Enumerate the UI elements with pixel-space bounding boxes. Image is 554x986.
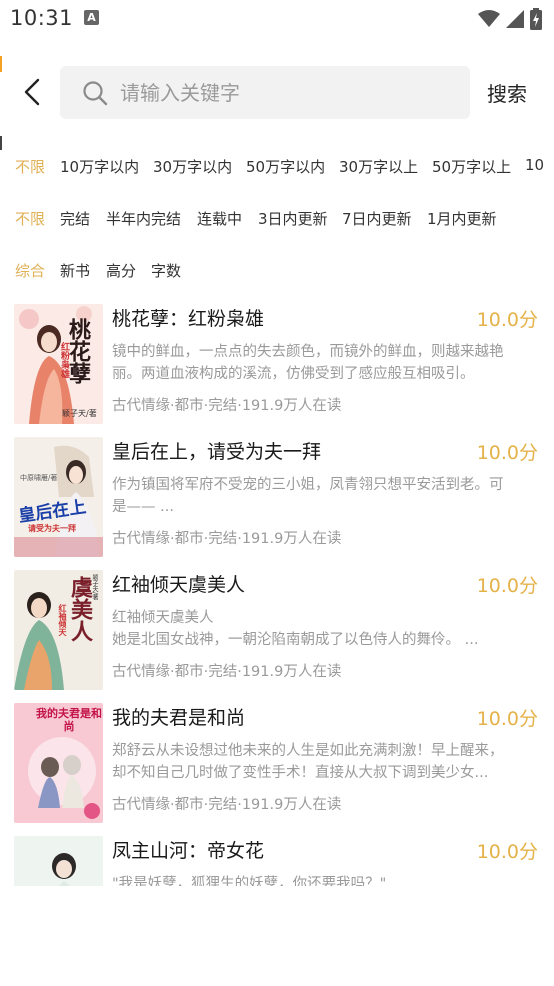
filter-option[interactable]: 10	[525, 156, 544, 174]
cover-author: 颖子天/著	[91, 574, 98, 601]
filter-option[interactable]: 50万字以内	[246, 156, 325, 177]
filter-option[interactable]: 不限	[15, 156, 45, 177]
book-cover: 虞美人 红袖倾天 颖子天/著	[14, 570, 103, 690]
search-box[interactable]	[60, 66, 470, 119]
edge-mark	[0, 136, 2, 150]
cover-title: 虞美人	[67, 576, 93, 642]
status-bar: 10:31 A	[0, 0, 554, 40]
book-score: 10.0分	[476, 575, 538, 597]
book-score: 10.0分	[476, 309, 538, 331]
book-cover	[14, 836, 103, 886]
book-item[interactable]: 虞美人 红袖倾天 颖子天/著 红袖倾天虞美人 10.0分 红袖倾天虞美人 她是北…	[0, 562, 554, 695]
cover-subtitle: 红粉枭雄	[59, 342, 69, 378]
book-description: 作为镇国将军府不受宠的三小姐，凤青翎只想平安活到老。可是—— ...	[112, 477, 504, 515]
book-description: 红袖倾天虞美人 她是北国女战神，一朝沦陷南朝成了以色侍人的舞伶。 ...	[112, 610, 479, 648]
filter-sort: 综合 新书 高分 字数	[0, 256, 554, 286]
book-title: 凤主山河：帝女花	[112, 840, 265, 862]
back-button[interactable]	[16, 74, 48, 110]
cover-subtitle: 请受为夫一拜	[28, 523, 76, 533]
search-input[interactable]	[120, 80, 440, 105]
book-title: 红袖倾天虞美人	[112, 574, 246, 596]
a-icon: A	[84, 10, 99, 25]
book-item[interactable]: 皇后在上 请受为夫一拜 中原啸雁/著 皇后在上，请受为夫一拜 10.0分 作为镇…	[0, 429, 554, 562]
back-arrow-icon	[24, 78, 40, 106]
cover-author: 中原啸雁/著	[20, 474, 58, 482]
filter-option[interactable]: 50万字以上	[432, 156, 511, 177]
filter-option[interactable]: 完结	[60, 208, 90, 229]
book-score: 10.0分	[476, 708, 538, 730]
status-time: 10:31	[10, 6, 74, 30]
filter-option[interactable]: 30万字以内	[153, 156, 232, 177]
cover-subtitle: 红袖倾天	[58, 604, 68, 636]
book-description: 镜中的鲜血，一点点的失去颜色，而镜外的鲜血，则越来越艳丽。两道血液构成的溪流，仿…	[112, 344, 504, 382]
filter-status: 不限 完结 半年内完结 连载中 3日内更新 7日内更新 1月内更新	[0, 204, 554, 234]
wifi-icon	[478, 10, 500, 27]
filter-option[interactable]: 不限	[15, 208, 45, 229]
book-meta: 古代情缘·都市·完结·191.9万人在读	[112, 664, 342, 680]
book-title: 皇后在上，请受为夫一拜	[112, 441, 322, 463]
battery-charging-icon	[530, 8, 542, 30]
filter-option[interactable]: 半年内完结	[106, 208, 181, 229]
book-meta: 古代情缘·都市·完结·191.9万人在读	[112, 531, 342, 547]
cover-title: 我的夫君是和尚	[36, 707, 102, 733]
book-score: 10.0分	[476, 442, 538, 464]
filter-option[interactable]: 连载中	[197, 208, 242, 229]
status-icons	[478, 8, 542, 30]
book-description: 郑舒云从未设想过他未来的人生是如此充满刺激！早上醒来，却不知自己几时做了变性手术…	[112, 743, 504, 781]
book-list: 桃花孽 红粉枭雄 颖子天/著 桃花孽：红粉枭雄 10.0分 镜中的鲜血，一点点的…	[0, 296, 554, 886]
book-title: 桃花孽：红粉枭雄	[112, 308, 265, 330]
book-title: 我的夫君是和尚	[112, 707, 246, 729]
filter-option[interactable]: 30万字以上	[339, 156, 418, 177]
filter-option[interactable]: 10万字以内	[60, 156, 139, 177]
filter-word-count: 不限 10万字以内 30万字以内 50万字以内 30万字以上 50万字以上 10	[0, 152, 554, 182]
cover-author: 颖子天/著	[62, 409, 97, 418]
book-description: "我是妖孽，狐狸生的妖孽，你还要我吗？"	[112, 876, 387, 886]
sort-option[interactable]: 高分	[106, 260, 136, 281]
book-cover: 我的夫君是和尚	[14, 703, 103, 823]
search-button[interactable]: 搜索	[487, 78, 527, 107]
search-icon	[82, 80, 108, 106]
sort-option[interactable]: 新书	[60, 260, 90, 281]
filter-option[interactable]: 7日内更新	[342, 208, 412, 229]
book-meta: 古代情缘·都市·完结·191.9万人在读	[112, 398, 342, 414]
book-cover: 桃花孽 红粉枭雄 颖子天/著	[14, 304, 103, 424]
book-item[interactable]: 桃花孽 红粉枭雄 颖子天/著 桃花孽：红粉枭雄 10.0分 镜中的鲜血，一点点的…	[0, 296, 554, 429]
book-score: 10.0分	[476, 841, 538, 863]
filter-option[interactable]: 3日内更新	[258, 208, 328, 229]
search-header: 搜索	[0, 62, 554, 122]
book-cover: 皇后在上 请受为夫一拜 中原啸雁/著	[14, 437, 103, 557]
sort-option[interactable]: 字数	[151, 260, 181, 281]
book-item[interactable]: 我的夫君是和尚 我的夫君是和尚 10.0分 郑舒云从未设想过他未来的人生是如此充…	[0, 695, 554, 828]
sort-option[interactable]: 综合	[15, 260, 45, 281]
filter-option[interactable]: 1月内更新	[427, 208, 497, 229]
signal-icon	[506, 10, 524, 28]
book-item[interactable]: 凤主山河：帝女花 10.0分 "我是妖孽，狐狸生的妖孽，你还要我吗？"	[0, 828, 554, 886]
book-meta: 古代情缘·都市·完结·191.9万人在读	[112, 797, 342, 813]
